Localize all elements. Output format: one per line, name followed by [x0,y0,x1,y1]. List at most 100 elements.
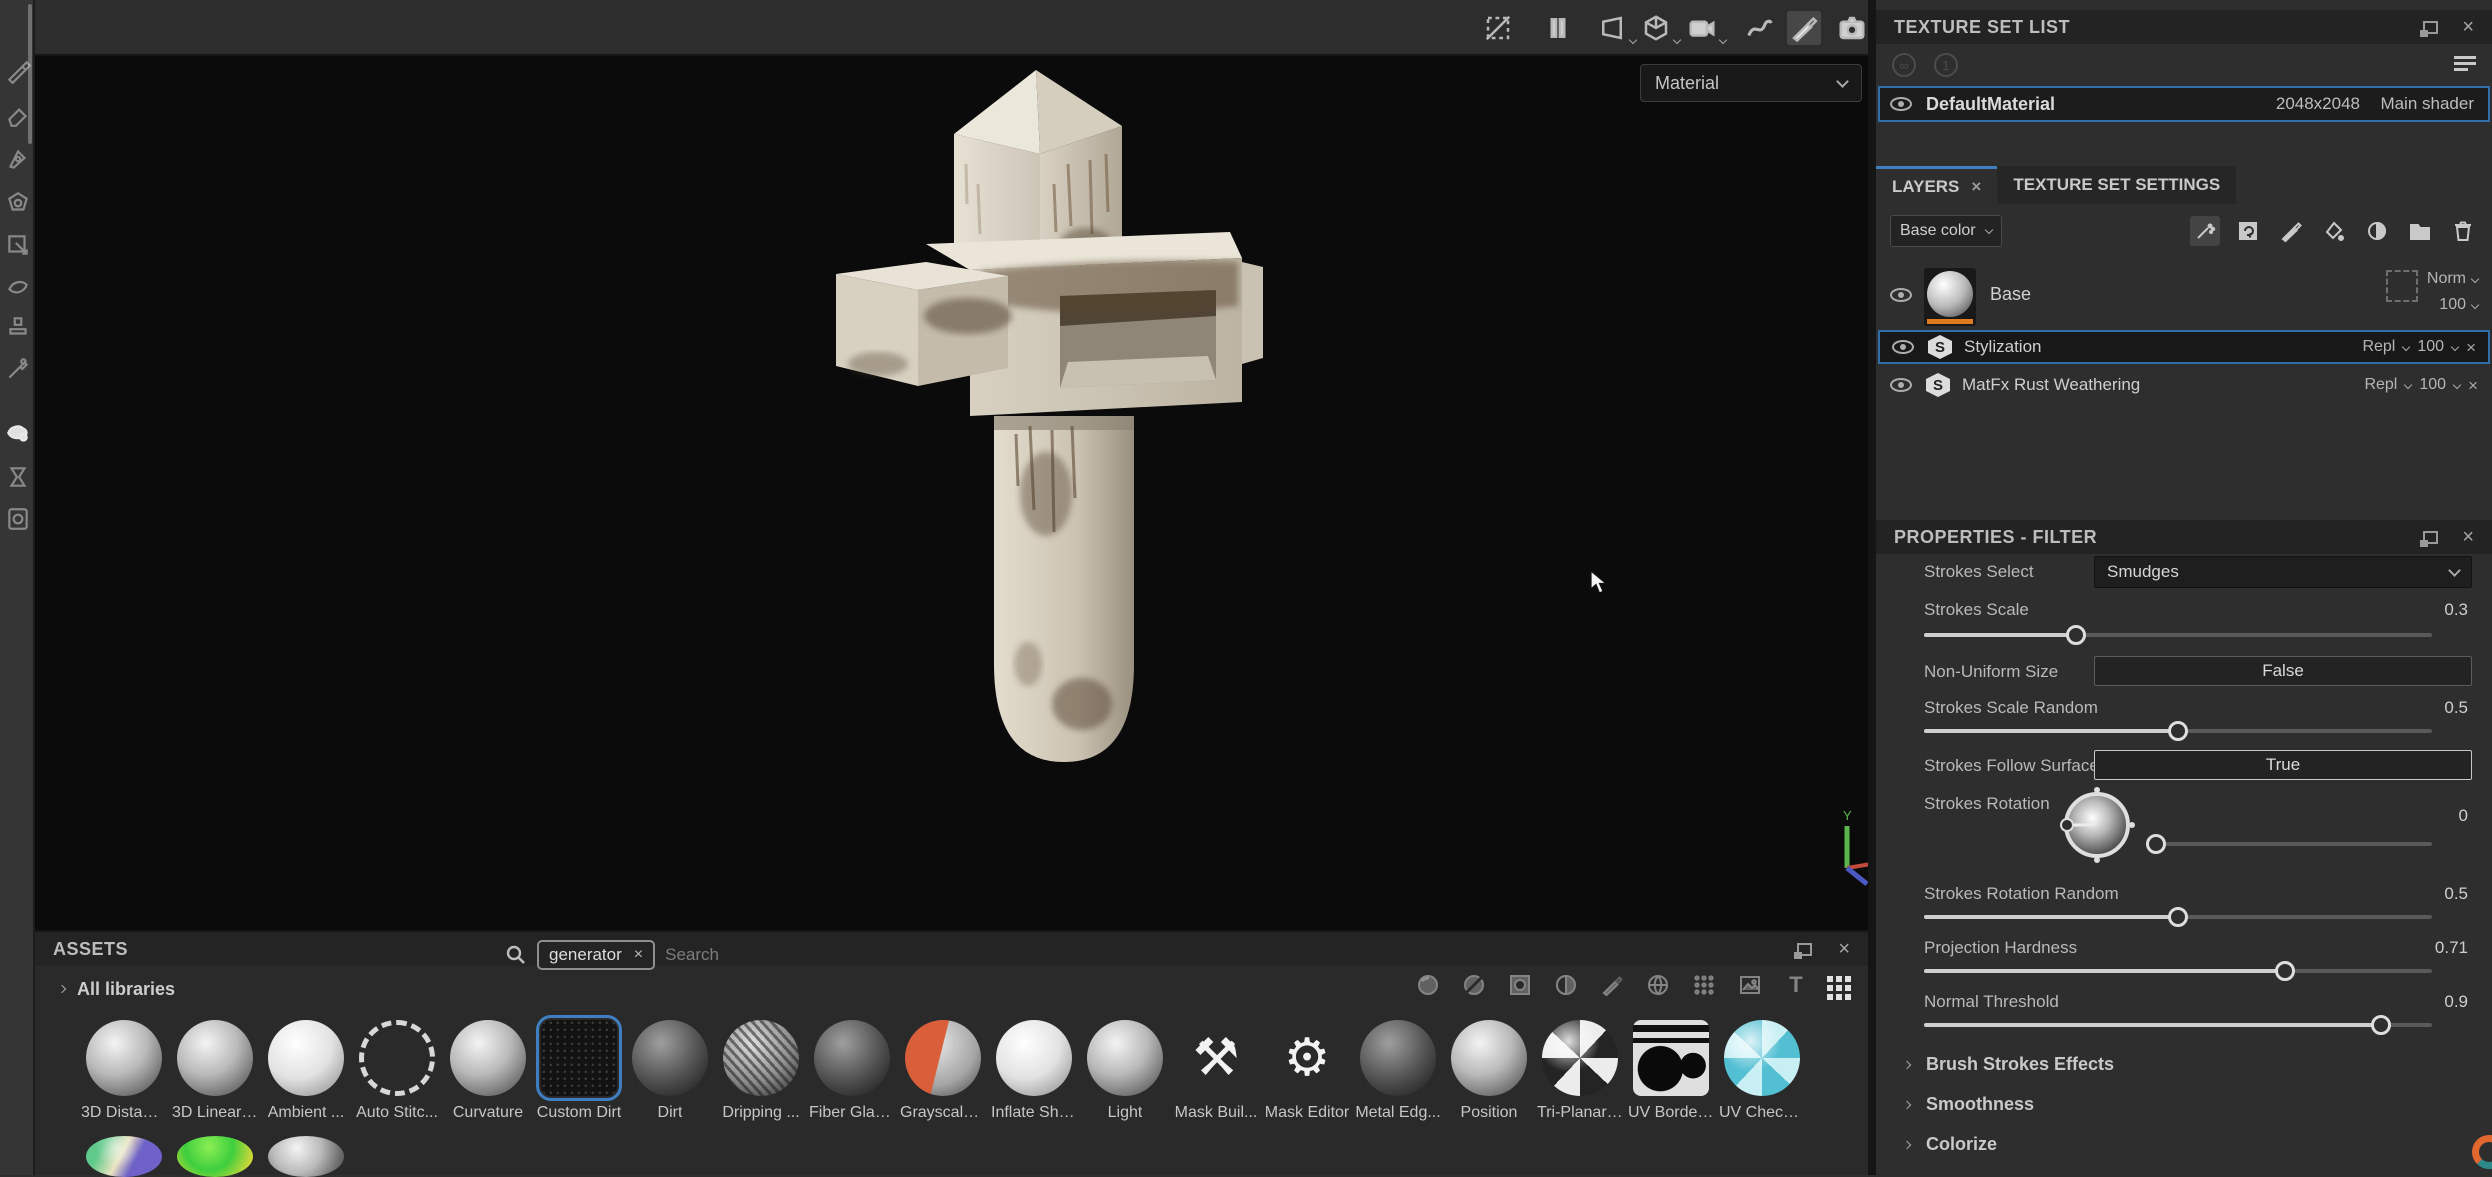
perspective-view-icon[interactable] [1595,11,1629,45]
resources-tool-icon[interactable] [5,420,31,446]
asset-item[interactable] [172,1136,258,1177]
undock-panel-icon[interactable] [1797,943,1812,956]
asset-item[interactable]: Ambient ... [263,1020,349,1122]
brushes-filter-icon[interactable] [1599,972,1625,998]
blend-mode-value[interactable]: Repl [2362,338,2395,356]
section-colorize[interactable]: Colorize [1904,1134,1997,1155]
add-effect-wand-icon[interactable] [2190,216,2220,246]
texture-set-row[interactable]: DefaultMaterial 2048x2048 Main shader [1878,86,2490,122]
smart-masks-filter-icon[interactable] [1507,972,1533,998]
asset-thumbnail[interactable] [1633,1020,1709,1096]
visibility-eye-icon[interactable] [1890,378,1912,392]
asset-item[interactable]: Grayscale ... [900,1020,986,1122]
asset-thumbnail[interactable] [905,1020,981,1096]
remove-tag-icon[interactable]: × [634,946,643,964]
eraser-tool-icon[interactable] [5,102,31,128]
opacity-value[interactable]: 100 [2417,338,2444,356]
section-brush-strokes-effects[interactable]: Brush Strokes Effects [1904,1054,2114,1075]
asset-thumbnail[interactable] [1542,1020,1618,1096]
visibility-eye-icon[interactable] [1892,340,1914,354]
paint-mode-icon[interactable] [1787,11,1821,45]
stamp-tool-icon[interactable] [5,314,31,340]
viewport-shading-dropdown[interactable]: Material [1640,64,1862,102]
3d-viewport[interactable]: Material [35,56,1868,930]
delete-layer-icon[interactable] [2448,216,2478,246]
asset-thumbnail[interactable] [268,1136,344,1177]
asset-item[interactable] [263,1136,349,1177]
paint-brush-tool-icon[interactable] [5,58,31,84]
alphas-filter-icon[interactable] [1691,972,1717,998]
layer-row-base[interactable]: Base Norm 100 [1876,262,2492,328]
visibility-eye-icon[interactable] [1890,97,1912,111]
add-group-folder-icon[interactable] [2405,216,2435,246]
asset-item[interactable]: ⚒Mask Buil... [1173,1020,1259,1122]
search-placeholder[interactable]: Search [665,945,719,965]
asset-item[interactable] [81,1136,167,1177]
add-paint-layer-icon[interactable] [2276,216,2306,246]
asset-thumbnail[interactable] [1087,1020,1163,1096]
close-tab-icon[interactable]: × [1971,177,1981,197]
asset-item[interactable]: Tri-Planar ... [1537,1020,1623,1122]
asset-thumbnail[interactable] [450,1020,526,1096]
asset-item[interactable]: 3D Linear ... [172,1020,258,1122]
library-selector[interactable]: All libraries [59,979,175,1000]
screenshot-icon[interactable] [1835,11,1869,45]
grid-view-toggle-icon[interactable] [1827,976,1851,1000]
strokes-rotation-random-slider[interactable] [1924,915,2432,919]
asset-item[interactable]: Fiber Glass... [809,1020,895,1122]
asset-item[interactable]: Inflate Shri... [991,1020,1077,1122]
projection-tool-icon[interactable] [5,146,31,172]
non-uniform-size-button[interactable]: False [2094,656,2472,686]
asset-item[interactable]: Auto Stitc... [354,1020,440,1122]
polygon-fill-tool-icon[interactable] [5,190,31,216]
asset-item[interactable]: ⚙Mask Editor [1264,1020,1350,1122]
strokes-scale-random-slider[interactable] [1924,729,2432,733]
assets-search[interactable]: generator × Search [505,938,719,972]
asset-item[interactable]: UV Border... [1628,1020,1714,1122]
materials-filter-icon[interactable] [1415,972,1441,998]
list-options-icon[interactable] [2454,56,2476,74]
asset-thumbnail[interactable]: ⚙ [1269,1020,1345,1096]
asset-thumbnail[interactable] [359,1020,435,1096]
filters-filter-icon[interactable] [1553,972,1579,998]
camera-view-icon[interactable] [1685,11,1719,45]
undock-panel-icon[interactable] [2423,531,2438,544]
lazy-mouse-icon[interactable] [1743,11,1777,45]
instantiate-layer-icon[interactable] [2233,216,2263,246]
smart-materials-filter-icon[interactable] [1461,972,1487,998]
strokes-rotation-dial[interactable] [2064,792,2130,858]
asset-thumbnail[interactable] [1451,1020,1527,1096]
visibility-eye-icon[interactable] [1890,288,1912,302]
asset-item[interactable]: Curvature [445,1020,531,1122]
strokes-select-dropdown[interactable]: Smudges [2094,556,2472,588]
channel-dropdown[interactable]: Base color [1890,215,2002,247]
asset-thumbnail[interactable] [632,1020,708,1096]
pause-engine-icon[interactable] [1541,11,1575,45]
asset-item[interactable]: Light [1082,1020,1168,1122]
mask-slot[interactable] [2386,270,2418,302]
tab-layers[interactable]: LAYERS × [1876,166,1997,204]
smudge-tool-icon[interactable] [5,232,31,258]
tab-texture-set-settings[interactable]: TEXTURE SET SETTINGS [1997,166,2236,204]
undock-panel-icon[interactable] [2423,21,2438,34]
asset-thumbnail[interactable] [996,1020,1072,1096]
projection-hardness-slider[interactable] [1924,969,2432,973]
asset-thumbnail[interactable] [1724,1020,1800,1096]
asset-thumbnail[interactable] [1360,1020,1436,1096]
asset-item[interactable]: Dirt [627,1020,713,1122]
strokes-scale-slider[interactable] [1924,633,2432,637]
layer-thumbnail[interactable] [1924,268,1976,326]
environments-filter-icon[interactable] [1645,972,1671,998]
mesh-display-icon[interactable] [1639,11,1673,45]
layer-row-stylization[interactable]: S Stylization Repl 100 × [1878,330,2490,364]
blend-mode-dropdown[interactable]: Norm [2427,266,2478,292]
export-file-icon[interactable] [5,506,31,532]
asset-thumbnail[interactable] [86,1136,162,1177]
remove-layer-icon[interactable]: × [2468,377,2478,394]
close-panel-icon[interactable]: × [1838,939,1850,959]
strokes-rotation-slider[interactable] [2156,842,2432,846]
asset-thumbnail[interactable] [814,1020,890,1096]
normal-threshold-slider[interactable] [1924,1023,2432,1027]
strokes-follow-surface-button[interactable]: True [2094,750,2472,780]
symmetry-disabled-icon[interactable] [1481,11,1515,45]
